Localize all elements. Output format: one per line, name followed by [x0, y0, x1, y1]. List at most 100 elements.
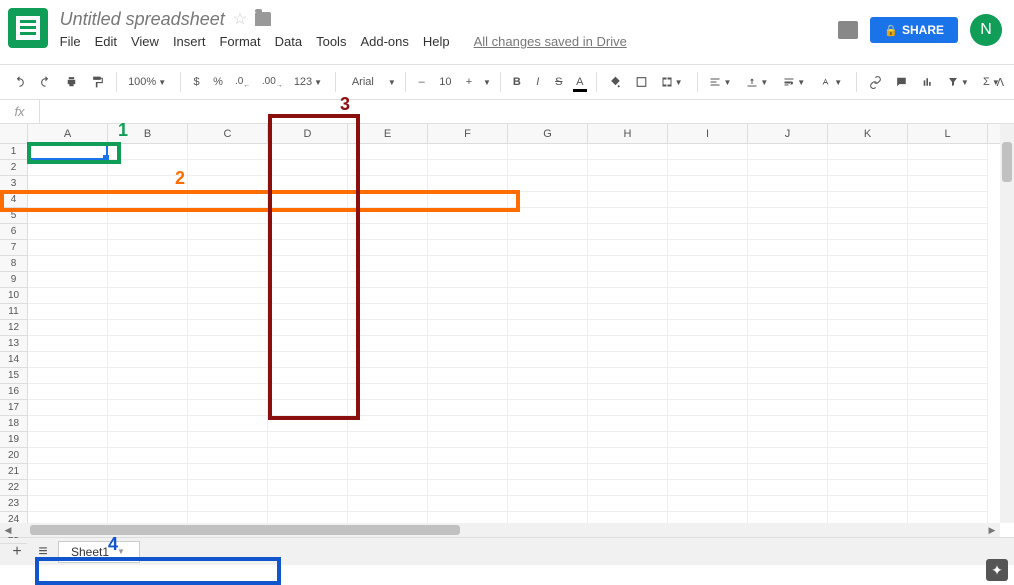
cell[interactable] [668, 464, 748, 480]
cell[interactable] [188, 352, 268, 368]
column-header-C[interactable]: C [188, 124, 268, 143]
cell[interactable] [188, 160, 268, 176]
cell[interactable] [668, 416, 748, 432]
cell[interactable] [668, 208, 748, 224]
cell[interactable] [908, 432, 988, 448]
column-header-I[interactable]: I [668, 124, 748, 143]
cell[interactable] [268, 304, 348, 320]
cell[interactable] [188, 208, 268, 224]
cell[interactable] [28, 224, 108, 240]
cell[interactable] [508, 416, 588, 432]
cell[interactable] [588, 192, 668, 208]
cell[interactable] [828, 320, 908, 336]
row-header-15[interactable]: 15 [0, 368, 27, 384]
cell[interactable] [588, 224, 668, 240]
document-title[interactable]: Untitled spreadsheet [60, 9, 225, 30]
cell[interactable] [28, 240, 108, 256]
cell[interactable] [268, 512, 348, 523]
cell[interactable] [188, 336, 268, 352]
undo-button[interactable] [8, 72, 31, 92]
cell[interactable] [828, 512, 908, 523]
row-header-11[interactable]: 11 [0, 304, 27, 320]
cell[interactable] [508, 512, 588, 523]
cell[interactable] [188, 480, 268, 496]
cell[interactable] [508, 384, 588, 400]
cell[interactable] [508, 432, 588, 448]
cell[interactable] [828, 176, 908, 192]
save-status[interactable]: All changes saved in Drive [474, 34, 627, 49]
cell[interactable] [188, 272, 268, 288]
row-header-21[interactable]: 21 [0, 464, 27, 480]
cell[interactable] [268, 448, 348, 464]
cell[interactable] [508, 448, 588, 464]
italic-button[interactable]: I [529, 73, 547, 91]
cell[interactable] [28, 144, 108, 160]
cell[interactable] [268, 256, 348, 272]
more-formats-button[interactable]: 123▼ [290, 73, 328, 91]
cell[interactable] [428, 320, 508, 336]
cell[interactable] [748, 400, 828, 416]
cell[interactable] [348, 368, 428, 384]
cell[interactable] [588, 240, 668, 256]
row-header-9[interactable]: 9 [0, 272, 27, 288]
column-header-F[interactable]: F [428, 124, 508, 143]
column-header-K[interactable]: K [828, 124, 908, 143]
cell[interactable] [828, 432, 908, 448]
cell[interactable] [748, 304, 828, 320]
all-sheets-button[interactable]: ≡ [32, 541, 54, 563]
cell[interactable] [668, 160, 748, 176]
cell[interactable] [908, 336, 988, 352]
cell[interactable] [108, 272, 188, 288]
cell[interactable] [108, 352, 188, 368]
cell[interactable] [908, 464, 988, 480]
cell[interactable] [588, 384, 668, 400]
text-color-button[interactable]: A [571, 73, 589, 91]
cell[interactable] [348, 240, 428, 256]
row-header-12[interactable]: 12 [0, 320, 27, 336]
cell[interactable] [348, 208, 428, 224]
cell[interactable] [908, 496, 988, 512]
cell[interactable] [428, 512, 508, 523]
cell[interactable] [268, 496, 348, 512]
column-header-A[interactable]: A [28, 124, 108, 143]
comments-icon[interactable] [838, 21, 858, 39]
row-header-14[interactable]: 14 [0, 352, 27, 368]
cell[interactable] [348, 176, 428, 192]
cell[interactable] [588, 176, 668, 192]
cell[interactable] [908, 480, 988, 496]
column-header-E[interactable]: E [348, 124, 428, 143]
cell[interactable] [428, 368, 508, 384]
account-avatar[interactable]: N [970, 14, 1002, 46]
cell[interactable] [508, 208, 588, 224]
cell[interactable] [428, 496, 508, 512]
font-size-decrease[interactable]: – [413, 73, 431, 91]
cell[interactable] [828, 416, 908, 432]
cell[interactable] [668, 288, 748, 304]
row-header-8[interactable]: 8 [0, 256, 27, 272]
cell[interactable] [668, 272, 748, 288]
cell[interactable] [588, 320, 668, 336]
cell[interactable] [28, 432, 108, 448]
cell[interactable] [268, 416, 348, 432]
cell[interactable] [268, 400, 348, 416]
cell[interactable] [748, 512, 828, 523]
cell[interactable] [428, 144, 508, 160]
cell[interactable] [668, 336, 748, 352]
cell[interactable] [348, 352, 428, 368]
format-currency-button[interactable]: $ [188, 73, 206, 91]
cell[interactable] [748, 144, 828, 160]
cell[interactable] [348, 448, 428, 464]
row-header-13[interactable]: 13 [0, 336, 27, 352]
cell[interactable] [588, 400, 668, 416]
cell[interactable] [108, 432, 188, 448]
cell[interactable] [108, 192, 188, 208]
cell[interactable] [348, 496, 428, 512]
cell[interactable] [748, 352, 828, 368]
cell[interactable] [748, 432, 828, 448]
cell[interactable] [28, 352, 108, 368]
cell[interactable] [108, 448, 188, 464]
bold-button[interactable]: B [508, 73, 526, 91]
star-icon[interactable]: ☆ [233, 9, 247, 29]
row-header-3[interactable]: 3 [0, 176, 27, 192]
borders-button[interactable] [630, 72, 653, 92]
